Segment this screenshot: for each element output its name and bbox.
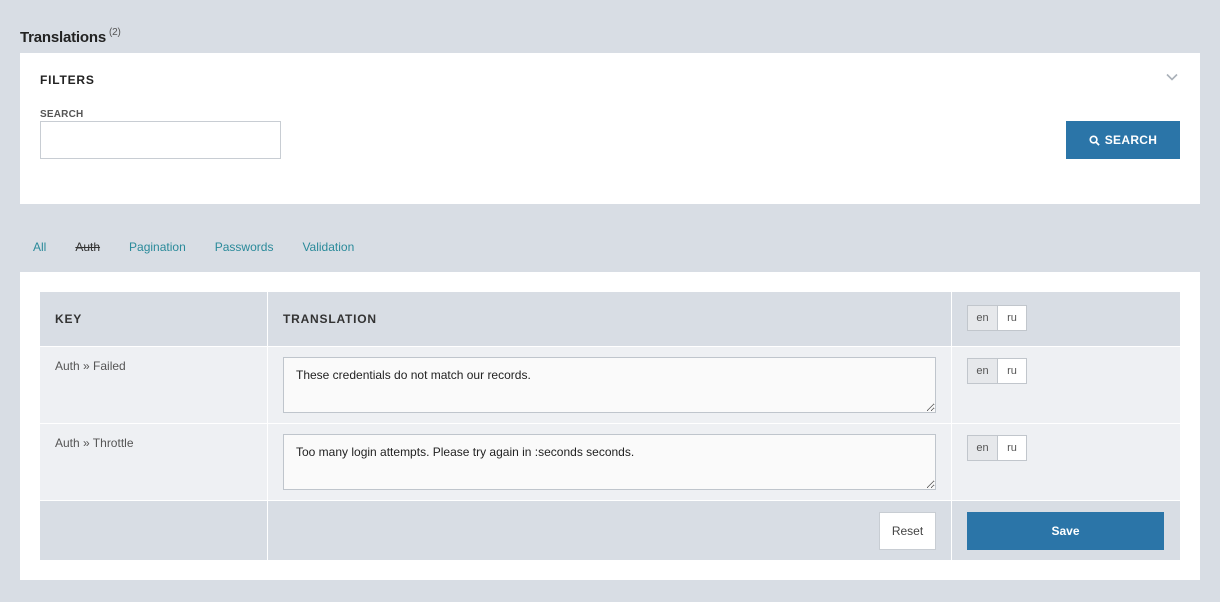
footer-reset-cell: Reset bbox=[268, 501, 952, 560]
filters-title: FILTERS bbox=[40, 73, 95, 87]
translation-textarea[interactable]: These credentials do not match our recor… bbox=[283, 357, 936, 413]
page-title: Translations (2) bbox=[20, 27, 121, 46]
header-translation-cell: TRANSLATION bbox=[268, 292, 952, 346]
filters-panel: FILTERS SEARCH SEARCH bbox=[20, 53, 1200, 204]
lang-ru-button[interactable]: ru bbox=[997, 359, 1026, 383]
tab-all[interactable]: All bbox=[33, 240, 46, 254]
header-translation: TRANSLATION bbox=[283, 312, 377, 326]
translation-key: Auth » Failed bbox=[55, 359, 126, 373]
chevron-down-icon[interactable] bbox=[1166, 71, 1178, 83]
table-row: Auth » Failed These credentials do not m… bbox=[40, 346, 1180, 423]
save-button[interactable]: Save bbox=[967, 512, 1164, 550]
row-language-switcher: en ru bbox=[967, 358, 1027, 384]
language-switcher: en ru bbox=[967, 305, 1027, 331]
search-button-label: SEARCH bbox=[1104, 133, 1158, 147]
search-button[interactable]: SEARCH bbox=[1066, 121, 1180, 159]
footer-empty-cell bbox=[40, 501, 268, 560]
table-footer: Reset Save bbox=[40, 500, 1180, 560]
table-header: KEY TRANSLATION en ru bbox=[40, 292, 1180, 346]
tab-auth[interactable]: Auth bbox=[75, 240, 100, 254]
translation-cell: These credentials do not match our recor… bbox=[268, 347, 952, 423]
table-row: Auth » Throttle Too many login attempts.… bbox=[40, 423, 1180, 500]
header-key: KEY bbox=[55, 312, 83, 326]
translation-cell: Too many login attempts. Please try agai… bbox=[268, 424, 952, 500]
group-tabs: All Auth Pagination Passwords Validation bbox=[33, 240, 383, 254]
lang-ru-button[interactable]: ru bbox=[997, 306, 1026, 330]
translations-panel: KEY TRANSLATION en ru Auth » Failed Thes… bbox=[20, 272, 1200, 580]
translation-count: (2) bbox=[108, 27, 121, 38]
lang-en-button[interactable]: en bbox=[968, 436, 997, 460]
header-key-cell: KEY bbox=[40, 292, 268, 346]
translation-textarea[interactable]: Too many login attempts. Please try agai… bbox=[283, 434, 936, 490]
footer-save-cell: Save bbox=[952, 501, 1180, 560]
search-input[interactable] bbox=[40, 121, 281, 159]
search-icon bbox=[1089, 134, 1100, 146]
page-title-text: Translations bbox=[20, 29, 106, 46]
translations-table: KEY TRANSLATION en ru Auth » Failed Thes… bbox=[40, 292, 1180, 560]
lang-ru-button[interactable]: ru bbox=[997, 436, 1026, 460]
translation-key: Auth » Throttle bbox=[55, 436, 134, 450]
row-language-switcher: en ru bbox=[967, 435, 1027, 461]
tab-passwords[interactable]: Passwords bbox=[215, 240, 274, 254]
tab-pagination[interactable]: Pagination bbox=[129, 240, 186, 254]
lang-en-button[interactable]: en bbox=[968, 359, 997, 383]
tab-validation[interactable]: Validation bbox=[302, 240, 354, 254]
lang-en-button[interactable]: en bbox=[968, 306, 997, 330]
row-language-cell: en ru bbox=[952, 424, 1180, 500]
key-cell: Auth » Throttle bbox=[40, 424, 268, 500]
search-label: SEARCH bbox=[40, 109, 84, 120]
reset-button[interactable]: Reset bbox=[879, 512, 936, 550]
row-language-cell: en ru bbox=[952, 347, 1180, 423]
key-cell: Auth » Failed bbox=[40, 347, 268, 423]
header-language-cell: en ru bbox=[952, 292, 1180, 346]
